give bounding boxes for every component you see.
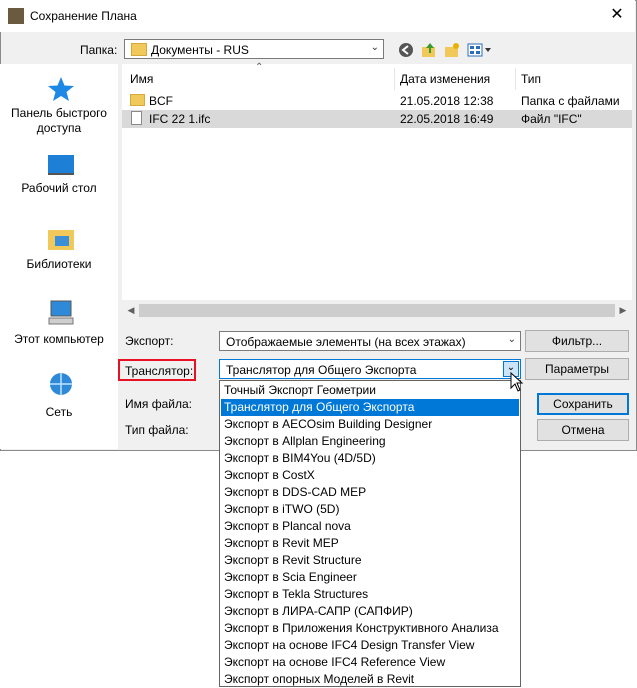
column-header-name[interactable]: Имя [130, 72, 153, 86]
dropdown-option[interactable]: Экспорт в Tekla Structures [221, 586, 519, 603]
view-menu-icon[interactable] [467, 42, 493, 58]
dropdown-option[interactable]: Экспорт в Scia Engineer [221, 569, 519, 586]
folder-value: Документы - RUS [151, 43, 249, 57]
close-icon[interactable]: ✕ [602, 3, 632, 27]
dropdown-option[interactable]: Экспорт в Revit MEP [221, 535, 519, 552]
dropdown-option[interactable]: Экспорт в AECOsim Building Designer [221, 416, 519, 433]
dropdown-option[interactable]: Экспорт в iTWO (5D) [221, 501, 519, 518]
dropdown-option[interactable]: Точный Экспорт Геометрии [221, 382, 519, 399]
file-name: BCF [149, 94, 173, 108]
translator-value: Транслятор для Общего Экспорта [226, 363, 417, 377]
file-type: Файл "IFC" [521, 112, 582, 126]
file-date: 22.05.2018 16:49 [400, 112, 494, 126]
sort-up-icon: ⌃ [255, 62, 264, 73]
window-title: Сохранение Плана [30, 9, 137, 23]
new-folder-icon[interactable] [444, 42, 460, 58]
horizontal-scrollbar[interactable]: ◀ ▶ [122, 302, 632, 319]
export-value: Отображаемые элементы (на всех этажах) [226, 335, 466, 349]
file-type: Папка с файлами [521, 94, 620, 108]
list-item[interactable]: IFC 22 1.ifc 22.05.2018 16:49 Файл "IFC" [122, 110, 632, 128]
folder-combo[interactable]: Документы - RUS ⌄ [124, 39, 384, 59]
folder-icon [130, 94, 145, 106]
scroll-thumb[interactable] [139, 304, 615, 317]
desktop-icon [48, 155, 74, 175]
params-button[interactable]: Параметры [525, 358, 629, 380]
computer-icon [48, 300, 74, 325]
column-header-type[interactable]: Тип [521, 72, 541, 86]
dropdown-option[interactable]: Экспорт в Allplan Engineering [221, 433, 519, 450]
chevron-down-icon: ⌄ [507, 334, 516, 345]
translator-combo[interactable]: Транслятор для Общего Экспорта ⌄ [219, 359, 521, 379]
folder-label: Папка: [80, 43, 118, 57]
dropdown-option[interactable]: Экспорт в BIM4You (4D/5D) [221, 450, 519, 467]
sidebar-item-label: Сеть [45, 405, 73, 419]
save-button[interactable]: Сохранить [537, 393, 629, 415]
dropdown-option[interactable]: Экспорт в Revit Structure [221, 552, 519, 569]
scroll-right-icon[interactable]: ▶ [616, 304, 630, 317]
export-label: Экспорт: [125, 334, 174, 348]
dropdown-option[interactable]: Экспорт опорных Моделей в Revit [221, 671, 519, 688]
network-icon [50, 373, 72, 395]
up-folder-icon[interactable] [421, 42, 437, 58]
translator-label: Транслятор: [125, 364, 194, 378]
dropdown-option[interactable]: Транслятор для Общего Экспорта [221, 399, 519, 416]
star-icon [48, 77, 74, 101]
column-divider [394, 68, 395, 90]
navigation-pane: Панель быстрого доступа Рабочий стол Биб… [0, 64, 118, 449]
export-combo[interactable]: Отображаемые элементы (на всех этажах) ⌄ [219, 331, 521, 351]
dropdown-option[interactable]: Экспорт на основе IFC4 Design Transfer V… [221, 637, 519, 654]
sidebar-item-label: Рабочий стол [21, 181, 97, 195]
list-item[interactable]: BCF 21.05.2018 12:38 Папка с файлами [122, 92, 632, 110]
dropdown-option[interactable]: Экспорт в CostX [221, 467, 519, 484]
column-header-date[interactable]: Дата изменения [400, 72, 490, 86]
file-icon [131, 111, 142, 125]
mouse-cursor-icon [510, 372, 524, 392]
cancel-button[interactable]: Отмена [537, 419, 629, 441]
scroll-left-icon[interactable]: ◀ [124, 304, 138, 317]
file-name: IFC 22 1.ifc [149, 112, 211, 126]
column-divider [515, 68, 516, 90]
filter-button[interactable]: Фильтр... [525, 330, 629, 352]
filename-label: Имя файла: [125, 397, 192, 411]
translator-dropdown-list[interactable]: Точный Экспорт Геометрии Транслятор для О… [219, 380, 521, 687]
app-icon [8, 8, 24, 24]
dropdown-option[interactable]: Экспорт в DDS-CAD MEP [221, 484, 519, 501]
dropdown-option[interactable]: Экспорт в ЛИРА-САПР (САПФИР) [221, 603, 519, 620]
file-date: 21.05.2018 12:38 [400, 94, 494, 108]
dropdown-option[interactable]: Экспорт в Plancal nova [221, 518, 519, 535]
sidebar-item-label: Этот компьютер [14, 332, 104, 346]
libraries-icon [48, 230, 74, 250]
filetype-label: Тип файла: [125, 423, 189, 437]
sidebar-item-label: Панель быстрого доступа [11, 106, 107, 135]
chevron-down-icon: ⌄ [370, 42, 379, 53]
folder-icon [131, 43, 147, 56]
dropdown-option[interactable]: Экспорт на основе IFC4 Reference View [221, 654, 519, 671]
back-icon[interactable] [398, 42, 414, 58]
sidebar-item-label: Библиотеки [26, 257, 92, 271]
dropdown-option[interactable]: Экспорт в Приложения Конструктивного Ана… [221, 620, 519, 637]
file-list[interactable]: ⌃ Имя Дата изменения Тип BCF 21.05.2018 … [122, 62, 632, 300]
